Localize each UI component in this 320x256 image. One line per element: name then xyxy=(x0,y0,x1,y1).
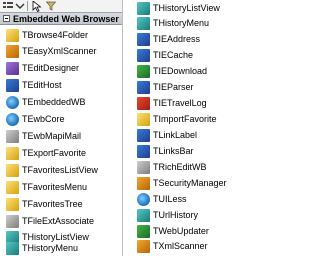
collapse-icon[interactable] xyxy=(3,15,10,22)
component-item[interactable]: TUILess xyxy=(137,191,187,207)
component-item[interactable]: TSecurityManager xyxy=(137,175,227,191)
component-item[interactable]: TFileExtAssociate xyxy=(6,213,94,229)
category-header[interactable]: Embedded Web Browser xyxy=(0,12,122,25)
component-item[interactable]: TEmbeddedWB xyxy=(6,94,86,110)
component-label: TEditDesigner xyxy=(22,63,80,73)
component-label: TRichEditWB xyxy=(153,162,207,172)
toolbar-separator xyxy=(27,1,28,11)
palette-toolbar xyxy=(0,0,122,13)
component-label: TIEDownload xyxy=(153,66,208,76)
component-item[interactable]: TImportFavorite xyxy=(137,111,217,127)
component-label: TEwbMapiMail xyxy=(22,131,82,141)
component-item[interactable]: TFavoritesListView xyxy=(6,162,98,178)
pointer-icon[interactable] xyxy=(32,0,42,13)
history-icon xyxy=(6,241,19,255)
component-item[interactable]: TLinkLabel xyxy=(137,127,197,143)
component-item[interactable]: TEwbMapiMail xyxy=(6,128,81,144)
links-bar-icon xyxy=(137,144,150,158)
component-label: TEditHost xyxy=(22,80,62,90)
component-item[interactable]: TEasyXmlScanner xyxy=(6,43,97,59)
component-item[interactable]: TIEAddress xyxy=(137,31,200,47)
favorite-icon xyxy=(6,146,19,160)
rich-edit-icon xyxy=(137,160,150,174)
globe-icon xyxy=(6,95,19,109)
cache-icon xyxy=(137,48,150,62)
component-label: TXmlScanner xyxy=(153,241,208,251)
component-label: TEmbeddedWB xyxy=(22,97,86,107)
component-item[interactable]: TIECache xyxy=(137,47,193,63)
component-item[interactable]: TFavoritesMenu xyxy=(6,179,87,195)
component-label: TEasyXmlScanner xyxy=(22,46,97,56)
component-item[interactable]: TWebUpdater xyxy=(137,223,209,239)
folder-icon xyxy=(6,28,19,42)
designer-icon xyxy=(6,61,19,75)
chevron-down-icon[interactable] xyxy=(15,1,25,11)
filter-icon[interactable] xyxy=(45,1,57,11)
component-label: TFavoritesTree xyxy=(22,199,83,209)
component-label: TIETravelLog xyxy=(153,98,207,108)
component-label: THistoryMenu xyxy=(22,243,79,253)
globe-icon xyxy=(137,192,150,206)
link-icon xyxy=(137,128,150,142)
parser-icon xyxy=(137,80,150,94)
component-label: TExportFavorite xyxy=(22,148,87,158)
component-item[interactable]: TIETravelLog xyxy=(137,95,207,111)
component-label: TSecurityManager xyxy=(153,178,227,188)
history-icon xyxy=(137,1,150,15)
component-item[interactable]: TRichEditWB xyxy=(137,159,207,175)
component-label: TFavoritesListView xyxy=(22,165,98,175)
component-item[interactable]: TFavoritesTree xyxy=(6,196,83,212)
updater-icon xyxy=(137,224,150,238)
xml-icon xyxy=(6,44,19,58)
component-label: TBrowse4Folder xyxy=(22,30,89,40)
component-label: TFavoritesMenu xyxy=(22,182,88,192)
component-label: TLinksBar xyxy=(153,146,194,156)
component-item[interactable]: TBrowse4Folder xyxy=(6,27,88,43)
component-item[interactable]: TEwbCore xyxy=(6,111,65,127)
favorite-icon xyxy=(6,197,19,211)
component-label: TLinkLabel xyxy=(153,130,198,140)
component-label: TImportFavorite xyxy=(153,114,217,124)
component-item[interactable]: TUrlHistory xyxy=(137,207,198,223)
component-label: TIEParser xyxy=(153,82,194,92)
column-divider xyxy=(122,0,123,256)
xml-icon xyxy=(137,239,150,253)
security-icon xyxy=(137,176,150,190)
component-label: THistoryMenu xyxy=(153,18,210,28)
component-label: TIEAddress xyxy=(153,34,201,44)
component-item[interactable]: TIEParser xyxy=(137,79,194,95)
component-label: TUILess xyxy=(153,194,187,204)
component-item[interactable]: TExportFavorite xyxy=(6,145,86,161)
favorite-icon xyxy=(6,180,19,194)
favorite-icon xyxy=(137,112,150,126)
component-item[interactable]: TLinksBar xyxy=(137,143,194,159)
host-icon xyxy=(6,78,19,92)
mail-icon xyxy=(6,129,19,143)
category-title: Embedded Web Browser xyxy=(13,14,119,24)
component-label: TUrlHistory xyxy=(153,210,198,220)
component-item[interactable]: THistoryMenu xyxy=(6,240,78,256)
file-icon xyxy=(6,214,19,228)
travel-log-icon xyxy=(137,96,150,110)
history-icon xyxy=(137,208,150,222)
favorite-icon xyxy=(6,163,19,177)
component-item[interactable]: THistoryMenu xyxy=(137,15,209,31)
history-icon xyxy=(137,16,150,30)
component-item[interactable]: THistoryListView xyxy=(137,0,220,16)
component-item[interactable]: TEditDesigner xyxy=(6,60,79,76)
address-icon xyxy=(137,32,150,46)
component-label: THistoryListView xyxy=(153,3,220,13)
component-item[interactable]: TXmlScanner xyxy=(137,238,208,254)
component-label: TIECache xyxy=(153,50,194,60)
list-view-icon[interactable] xyxy=(3,1,13,11)
component-label: TEwbCore xyxy=(22,114,65,124)
download-icon xyxy=(137,64,150,78)
component-label: TWebUpdater xyxy=(153,226,209,236)
component-item[interactable]: TIEDownload xyxy=(137,63,207,79)
component-item[interactable]: TEditHost xyxy=(6,77,62,93)
globe-icon xyxy=(6,112,19,126)
component-label: TFileExtAssociate xyxy=(22,216,95,226)
